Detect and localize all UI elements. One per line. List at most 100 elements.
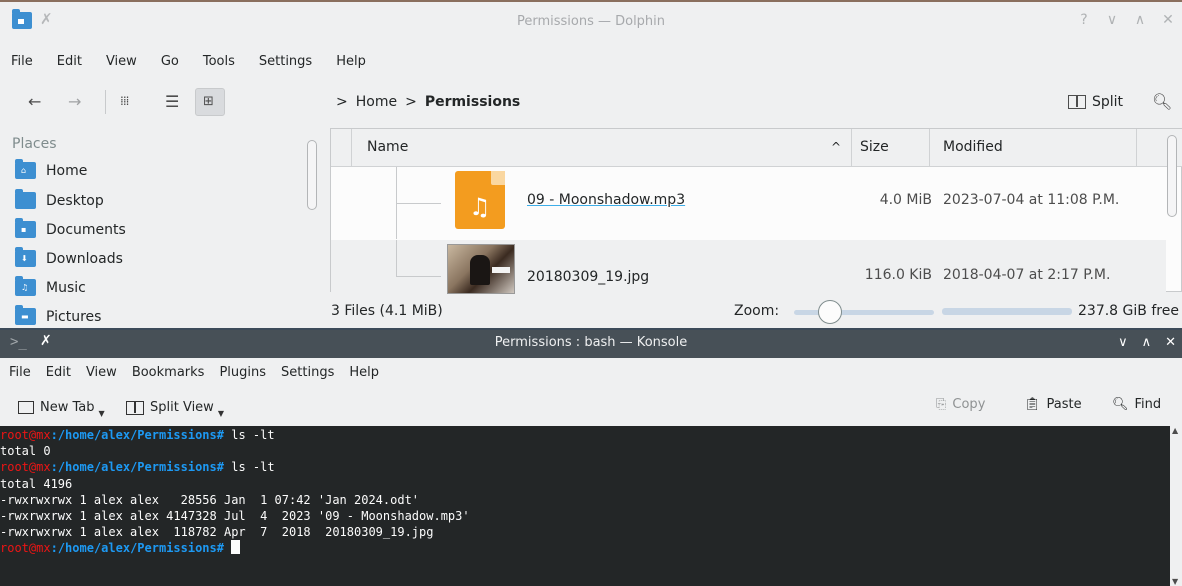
paste-button[interactable]: 📋︎ Paste xyxy=(1024,397,1082,412)
place-label: Desktop xyxy=(46,192,104,209)
maximize-icon[interactable]: ∧ xyxy=(1142,335,1152,350)
documents-folder-icon: ▪ xyxy=(15,218,36,238)
scroll-down-icon[interactable]: ▼ xyxy=(1172,577,1178,586)
file-row[interactable]: ♫ 09 - Moonshadow.mp3 4.0 MiB 2023-07-04… xyxy=(331,167,1166,239)
terminal-output-line: total 0 xyxy=(0,444,51,459)
menu-help[interactable]: Help xyxy=(340,365,385,380)
breadcrumb-home[interactable]: Home xyxy=(356,94,397,110)
minimize-icon[interactable]: ∨ xyxy=(1118,335,1128,350)
file-modified: 2023-07-04 at 11:08 P.M. xyxy=(943,192,1120,208)
place-pictures[interactable]: ▬ Pictures xyxy=(15,305,101,325)
terminal-scrollbar[interactable]: ▲ ▼ xyxy=(1170,426,1182,586)
column-divider xyxy=(1136,129,1137,167)
search-icon[interactable]: 🔍︎ xyxy=(1152,92,1172,111)
terminal-output-line: -rwxrwxrwx 1 alex alex 118782 Apr 7 2018… xyxy=(0,525,434,540)
place-label: Music xyxy=(46,279,86,296)
column-divider xyxy=(851,129,852,167)
free-space: 237.8 GiB free xyxy=(1078,303,1179,319)
place-desktop[interactable]: Desktop xyxy=(15,189,104,209)
maximize-icon[interactable]: ∧ xyxy=(1132,12,1148,28)
file-modified: 2018-04-07 at 2:17 P.M. xyxy=(943,267,1111,283)
scroll-up-icon[interactable]: ▲ xyxy=(1172,426,1178,435)
copy-icon: ⎘ xyxy=(936,397,947,412)
menu-view[interactable]: View xyxy=(77,365,123,380)
toolbar: ← → ⁞⁞⁞ ☰ ⊞ > Home > Permissions Split 🔍… xyxy=(0,82,1182,124)
chevron-down-icon[interactable]: ▼ xyxy=(99,409,105,418)
places-title: Places xyxy=(12,136,57,152)
file-name[interactable]: 09 - Moonshadow.mp3 xyxy=(527,192,685,208)
chevron-down-icon[interactable]: ▼ xyxy=(218,409,224,418)
menu-plugins[interactable]: Plugins xyxy=(210,365,272,380)
new-tab-button[interactable]: New Tab ▼ xyxy=(18,397,105,418)
menu-go[interactable]: Go xyxy=(150,54,192,69)
details-view-icon[interactable]: ⊞ xyxy=(203,94,214,109)
help-icon[interactable]: ? xyxy=(1076,12,1092,28)
column-divider xyxy=(351,129,352,167)
image-thumbnail xyxy=(447,244,515,294)
menu-file[interactable]: File xyxy=(0,365,37,380)
icons-view-icon[interactable]: ⁞⁞⁞ xyxy=(120,94,130,108)
breadcrumb-sep: > xyxy=(405,94,417,110)
split-view-button[interactable]: Split View ▼ xyxy=(126,397,224,418)
music-folder-icon: ♫ xyxy=(15,276,36,296)
audio-file-icon: ♫ xyxy=(455,171,505,229)
file-name[interactable]: 20180309_19.jpg xyxy=(527,269,649,285)
breadcrumb: > Home > Permissions xyxy=(336,94,520,110)
forward-arrow-icon[interactable]: → xyxy=(68,92,81,111)
place-documents[interactable]: ▪ Documents xyxy=(15,218,126,238)
menu-bookmarks[interactable]: Bookmarks xyxy=(123,365,211,380)
downloads-folder-icon: ⬇ xyxy=(15,247,36,267)
place-music[interactable]: ♫ Music xyxy=(15,276,86,296)
menu-help[interactable]: Help xyxy=(325,54,379,69)
split-button[interactable]: Split xyxy=(1068,94,1123,110)
dolphin-titlebar[interactable]: ✗ Permissions — Dolphin ? ∨ ∧ ✕ xyxy=(0,0,1182,42)
search-icon: 🔍︎ xyxy=(1112,397,1129,412)
menu-edit[interactable]: Edit xyxy=(46,54,95,69)
column-size[interactable]: Size xyxy=(860,139,889,155)
terminal-prompt-line: root@mx:/home/alex/Permissions# xyxy=(0,540,1170,556)
compact-view-icon[interactable]: ☰ xyxy=(165,92,179,111)
split-view-icon xyxy=(126,400,144,415)
split-view-label: Split View xyxy=(150,400,214,415)
menu-tools[interactable]: Tools xyxy=(192,54,248,69)
menu-edit[interactable]: Edit xyxy=(37,365,77,380)
place-home[interactable]: ⌂ Home xyxy=(15,159,88,179)
sort-ascending-icon[interactable]: ^ xyxy=(831,140,841,154)
minimize-icon[interactable]: ∨ xyxy=(1104,12,1120,28)
zoom-slider[interactable] xyxy=(794,310,934,315)
konsole-titlebar[interactable]: >_ ✗ Permissions : bash — Konsole ∨ ∧ ✕ xyxy=(0,330,1182,358)
close-icon[interactable]: ✕ xyxy=(1160,12,1176,28)
menu-view[interactable]: View xyxy=(95,54,150,69)
menu-settings[interactable]: Settings xyxy=(248,54,325,69)
find-button[interactable]: 🔍︎ Find xyxy=(1112,397,1161,412)
window-title: Permissions : bash — Konsole xyxy=(494,335,688,350)
copy-label: Copy xyxy=(952,397,986,412)
toolbar: New Tab ▼ Split View ▼ ⎘ Copy 📋︎ Paste 🔍… xyxy=(0,388,1182,424)
file-list-scrollbar[interactable] xyxy=(1167,135,1177,217)
prompt-user: root xyxy=(0,541,29,556)
place-label: Documents xyxy=(46,221,126,238)
places-scrollbar[interactable] xyxy=(307,140,317,210)
menu-file[interactable]: File xyxy=(0,54,46,69)
terminal-output-line: -rwxrwxrwx 1 alex alex 4147328 Jul 4 202… xyxy=(0,508,470,523)
copy-button[interactable]: ⎘ Copy xyxy=(936,397,985,412)
place-label: Home xyxy=(46,162,88,179)
zoom-slider-handle[interactable] xyxy=(818,300,842,324)
konsole-window: >_ ✗ Permissions : bash — Konsole ∨ ∧ ✕ … xyxy=(0,328,1182,586)
terminal-output-line: total 4196 xyxy=(0,476,73,491)
menu-settings[interactable]: Settings xyxy=(272,365,340,380)
place-downloads[interactable]: ⬇ Downloads xyxy=(15,247,123,267)
prompt-path: :/home/alex/Permissions xyxy=(50,428,217,442)
column-modified[interactable]: Modified xyxy=(943,139,1003,155)
file-size: 116.0 KiB xyxy=(864,267,932,283)
back-arrow-icon[interactable]: ← xyxy=(28,92,41,111)
column-name[interactable]: Name xyxy=(367,139,408,155)
breadcrumb-current[interactable]: Permissions xyxy=(425,94,520,110)
file-size: 4.0 MiB xyxy=(879,192,932,208)
terminal-output[interactable]: root@mx:/home/alex/Permissions# ls -lt to… xyxy=(0,426,1170,586)
file-count: 3 Files (4.1 MiB) xyxy=(331,303,443,319)
place-label: Downloads xyxy=(46,250,123,267)
column-headers: Name ^ Size Modified xyxy=(331,129,1182,167)
close-icon[interactable]: ✕ xyxy=(1165,335,1176,350)
status-bar: 3 Files (4.1 MiB) Zoom: 237.8 GiB free xyxy=(330,296,1182,328)
